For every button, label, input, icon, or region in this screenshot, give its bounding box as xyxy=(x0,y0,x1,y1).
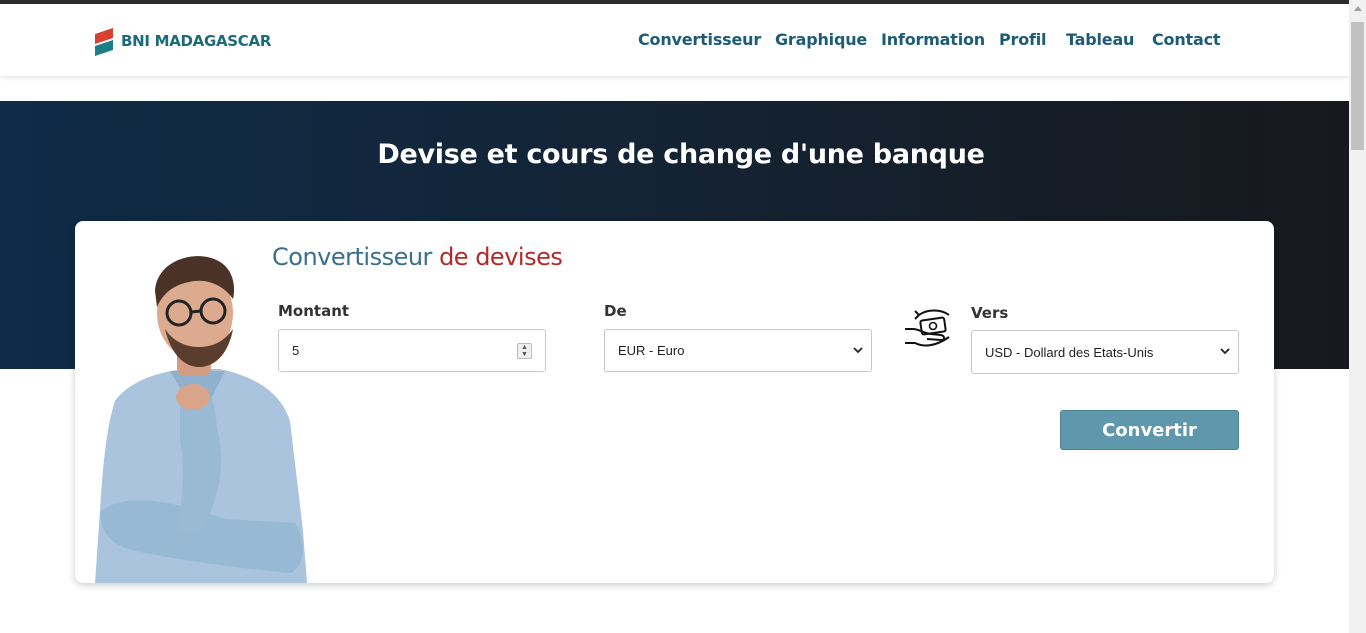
nav-profil[interactable]: Profil xyxy=(999,30,1047,49)
brand-name: BNI MADAGASCAR xyxy=(121,32,272,50)
to-label: Vers xyxy=(971,304,1009,322)
amount-label: Montant xyxy=(278,302,350,320)
from-currency-select[interactable]: EUR - Euro xyxy=(604,329,872,372)
nav-contact[interactable]: Contact xyxy=(1152,30,1221,49)
from-currency-value: EUR - Euro xyxy=(618,343,685,358)
scrollbar-thumb[interactable] xyxy=(1351,22,1364,150)
amount-input[interactable]: 5 ▲ ▼ xyxy=(278,329,546,372)
scrollbar[interactable] xyxy=(1349,0,1366,633)
from-label: De xyxy=(604,302,627,320)
to-currency-value: USD - Dollard des Etats-Unis xyxy=(985,344,1154,360)
chevron-down-icon xyxy=(853,347,863,354)
navbar: BNI MADAGASCAR Convertisseur Graphique I… xyxy=(0,4,1349,76)
converter-title-part2: de devises xyxy=(439,243,563,271)
bni-logo-icon xyxy=(95,28,113,56)
nav-information[interactable]: Information xyxy=(881,30,985,49)
nav-graphique[interactable]: Graphique xyxy=(775,30,867,49)
amount-value: 5 xyxy=(292,343,300,358)
nav-tableau[interactable]: Tableau xyxy=(1066,30,1134,49)
thinking-man-illustration xyxy=(95,256,307,583)
converter-title: Convertisseur de devises xyxy=(272,243,563,271)
money-exchange-icon xyxy=(905,309,950,347)
convert-button[interactable]: Convertir xyxy=(1060,410,1239,450)
chevron-down-icon xyxy=(1220,348,1230,355)
converter-card: Convertisseur de devises Montant 5 ▲ ▼ De… xyxy=(75,221,1274,583)
converter-title-part1: Convertisseur xyxy=(272,243,432,271)
to-currency-select[interactable]: USD - Dollard des Etats-Unis xyxy=(971,330,1239,374)
amount-stepper[interactable]: ▲ ▼ xyxy=(517,343,532,359)
scroll-up-arrow-icon[interactable] xyxy=(1354,6,1362,11)
brand-logo[interactable]: BNI MADAGASCAR xyxy=(93,24,271,58)
hero-title: Devise et cours de change d'une banque xyxy=(377,139,985,170)
nav-convertisseur[interactable]: Convertisseur xyxy=(638,30,761,49)
